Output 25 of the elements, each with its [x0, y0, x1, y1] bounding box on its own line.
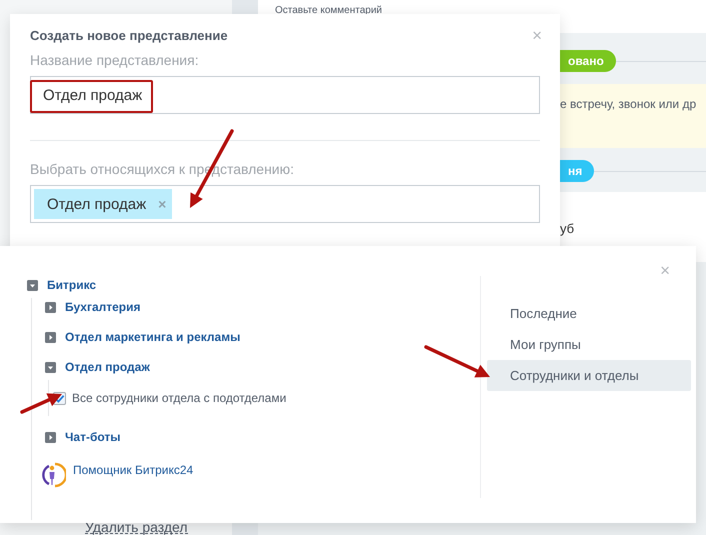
department-link[interactable]: Отдел продаж	[65, 360, 150, 374]
arrow	[20, 393, 62, 414]
expand-icon[interactable]	[45, 432, 56, 442]
selector-tab[interactable]: Сотрудники и отделы	[487, 360, 691, 391]
department-link[interactable]: Битрикс	[47, 278, 96, 292]
field-label: Название представления:	[30, 52, 200, 68]
checkbox-label[interactable]: Все сотрудники отдела с подотделами	[72, 391, 286, 405]
collapse-icon[interactable]	[45, 362, 56, 372]
name-field[interactable]: Отдел продаж	[30, 76, 540, 114]
collapse-icon[interactable]	[27, 280, 38, 290]
department-link[interactable]: Чат-боты	[65, 430, 121, 444]
comment-hint: Оставьте комментарий	[275, 5, 382, 16]
expand-icon[interactable]	[45, 332, 56, 342]
assistant-avatar-icon	[40, 462, 66, 488]
expand-icon[interactable]	[45, 302, 56, 312]
user-link[interactable]: Помощник Битрикс24	[73, 463, 194, 477]
text-fragment: уб	[560, 221, 574, 236]
selector-tab[interactable]: Последние	[487, 298, 691, 329]
selected-tag[interactable]: Отдел продаж ×	[34, 189, 172, 219]
members-field[interactable]: Отдел продаж ×	[30, 185, 540, 223]
selector-tab[interactable]: Мои группы	[487, 329, 691, 360]
dialog-title: Создать новое представление	[30, 28, 228, 43]
department-link[interactable]: Бухгалтерия	[65, 300, 141, 314]
arrow	[424, 345, 490, 378]
department-link[interactable]: Отдел маркетинга и рекламы	[65, 330, 240, 344]
